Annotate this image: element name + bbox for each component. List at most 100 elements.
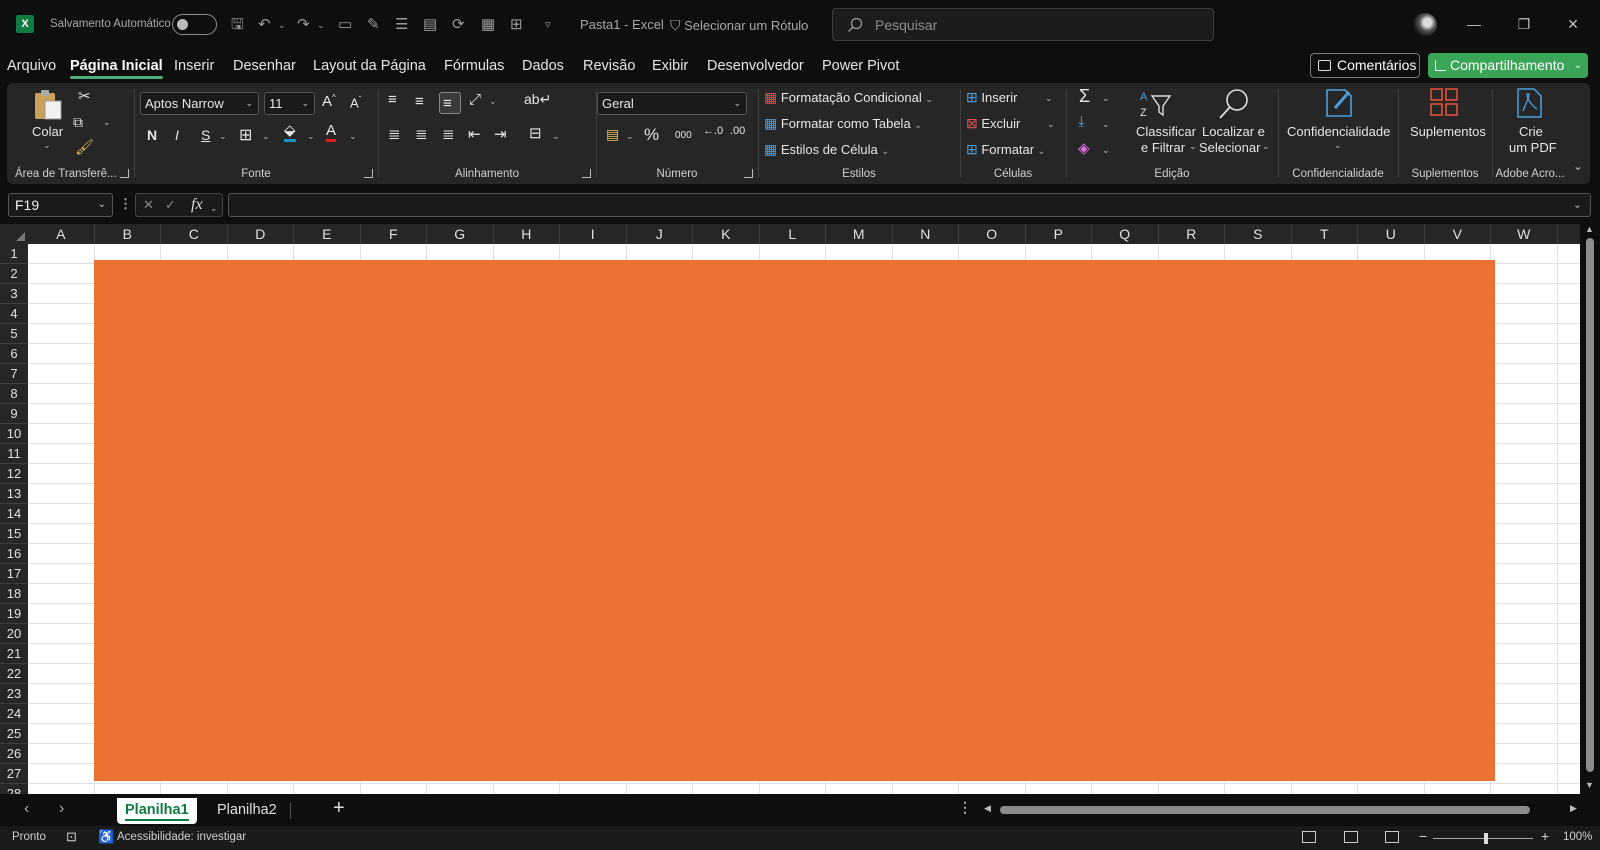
vertical-scroll-thumb[interactable] <box>1586 238 1594 772</box>
fill-icon[interactable]: ⤓ <box>1078 113 1085 130</box>
sort-filter-label-1[interactable]: Classificar <box>1136 124 1196 139</box>
row-header-2[interactable]: 2 <box>0 264 28 284</box>
create-pdf-label-1[interactable]: Crie <box>1519 124 1543 139</box>
scroll-left-icon[interactable]: ◀ <box>984 803 991 814</box>
column-header-q[interactable]: Q <box>1092 224 1159 244</box>
increase-decimal-icon[interactable]: ←.0 <box>703 125 723 137</box>
row-header-22[interactable]: 22 <box>0 664 28 684</box>
scroll-right-icon[interactable]: ▶ <box>1570 803 1577 814</box>
tab-exibir[interactable]: Exibir <box>652 58 688 74</box>
align-top-icon[interactable]: ≡ <box>388 91 397 108</box>
align-right-icon[interactable]: ≣ <box>442 125 455 143</box>
align-left-icon[interactable]: ≣ <box>388 125 401 143</box>
sheet-tab-planilha2[interactable]: Planilha2 <box>209 798 285 824</box>
row-header-5[interactable]: 5 <box>0 324 28 344</box>
zoom-level[interactable]: 100% <box>1563 831 1592 843</box>
clear-dropdown-icon[interactable]: ⌄ <box>1102 145 1110 156</box>
orientation-icon[interactable]: ⤢ <box>469 91 481 108</box>
alignment-launcher-icon[interactable] <box>582 169 591 178</box>
column-header-n[interactable]: N <box>893 224 959 244</box>
column-header-b[interactable]: B <box>95 224 161 244</box>
tab-inserir[interactable]: Inserir <box>174 58 214 74</box>
column-header-r[interactable]: R <box>1159 224 1225 244</box>
tab-desenhar[interactable]: Desenhar <box>233 58 296 74</box>
zoom-out-icon[interactable]: − <box>1419 828 1427 844</box>
scroll-up-icon[interactable]: ▲ <box>1585 224 1594 234</box>
cell-styles-button[interactable]: ▦ Estilos de Célula ⌄ <box>764 141 889 158</box>
tab-power-pivot[interactable]: Power Pivot <box>822 58 899 74</box>
format-as-table-button[interactable]: ▦ Formatar como Tabela ⌄ <box>764 115 922 132</box>
currency-dropdown-icon[interactable]: ⌄ <box>626 131 634 142</box>
format-painter-qat-icon[interactable]: ✎ <box>367 15 380 35</box>
column-header-a[interactable]: A <box>28 224 95 244</box>
percent-button[interactable]: % <box>644 125 659 145</box>
tab-arquivo[interactable]: Arquivo <box>7 58 56 74</box>
row-header-14[interactable]: 14 <box>0 504 28 524</box>
name-box[interactable]: F19 ⌄ <box>8 193 113 217</box>
redo-icon[interactable]: ↷ <box>297 15 310 35</box>
qat-item-3-icon[interactable]: ☰ <box>395 15 408 35</box>
row-header-4[interactable]: 4 <box>0 304 28 324</box>
create-pdf-label-2[interactable]: um PDF <box>1509 140 1557 155</box>
next-sheet-icon[interactable]: › <box>59 800 64 818</box>
minimize-button[interactable]: — <box>1461 12 1487 36</box>
row-header-25[interactable]: 25 <box>0 724 28 744</box>
row-header-8[interactable]: 8 <box>0 384 28 404</box>
spreadsheet-grid[interactable]: ABCDEFGHIJKLMNOPQRSTUVW 1 2 3 4 5 6 7 8 9 10 11 12 1… <box>0 224 1580 794</box>
cell-area[interactable] <box>28 244 1580 794</box>
normal-view-icon[interactable] <box>1302 831 1316 843</box>
borders-dropdown-icon[interactable]: ⌄ <box>262 131 270 142</box>
column-header-w[interactable]: W <box>1491 224 1558 244</box>
row-header-12[interactable]: 12 <box>0 464 28 484</box>
orange-rectangle-shape[interactable] <box>94 260 1495 781</box>
font-size-select[interactable]: 11 ⌄ <box>264 92 315 115</box>
currency-icon[interactable]: ▤ <box>606 126 619 143</box>
tab-desenvolvedor[interactable]: Desenvolvedor <box>707 58 804 74</box>
find-select-dropdown-icon[interactable]: ⌄ <box>1262 141 1270 152</box>
row-header-26[interactable]: 26 <box>0 744 28 764</box>
row-header-13[interactable]: 13 <box>0 484 28 504</box>
insert-cells-dropdown-icon[interactable]: ⌄ <box>1045 93 1053 104</box>
page-break-view-icon[interactable] <box>1385 831 1399 843</box>
fill-dropdown-icon[interactable]: ⌄ <box>1102 119 1110 130</box>
format-cells-button[interactable]: ⊞ Formatar ⌄ <box>966 141 1045 158</box>
font-family-select[interactable]: Aptos Narrow ⌄ <box>140 92 259 115</box>
undo-icon[interactable]: ↶ <box>258 15 271 35</box>
fx-dropdown-icon[interactable]: ⌄ <box>210 197 218 219</box>
sheet-options-icon[interactable]: ⋮ <box>958 799 972 816</box>
column-header-h[interactable]: H <box>494 224 560 244</box>
column-header-t[interactable]: T <box>1292 224 1358 244</box>
decrease-decimal-icon[interactable]: .00 <box>730 125 745 137</box>
column-header-u[interactable]: U <box>1358 224 1425 244</box>
row-header-27[interactable]: 27 <box>0 764 28 784</box>
bold-button[interactable]: N <box>147 127 157 143</box>
merge-dropdown-icon[interactable]: ⌄ <box>552 131 560 142</box>
fill-color-dropdown-icon[interactable]: ⌄ <box>307 131 315 142</box>
save-icon[interactable]: 🖫 <box>231 15 244 35</box>
column-header-k[interactable]: K <box>693 224 760 244</box>
fill-color-icon[interactable]: ⬙ <box>284 123 296 142</box>
conditional-formatting-button[interactable]: ▦ Formatação Condicional ⌄ <box>764 89 933 106</box>
sort-filter-label-2[interactable]: e Filtrar <box>1141 140 1185 155</box>
customize-qat-icon[interactable]: ▿ <box>545 15 551 35</box>
column-header-g[interactable]: G <box>427 224 494 244</box>
close-button[interactable]: ✕ <box>1560 12 1586 36</box>
macro-record-icon[interactable]: ⊡ <box>66 829 77 845</box>
row-header-1[interactable]: 1 <box>0 244 28 264</box>
accessibility-status[interactable]: Acessibilidade: investigar <box>117 831 246 843</box>
row-header-6[interactable]: 6 <box>0 344 28 364</box>
delete-cells-dropdown-icon[interactable]: ⌄ <box>1047 119 1055 130</box>
restore-button[interactable]: ❐ <box>1511 12 1537 36</box>
wrap-text-icon[interactable]: ab↵ <box>524 91 551 108</box>
font-color-icon[interactable]: A <box>326 123 337 142</box>
delete-cells-button[interactable]: ⊠ Excluir <box>966 115 1020 132</box>
row-header-17[interactable]: 17 <box>0 564 28 584</box>
row-header-3[interactable]: 3 <box>0 284 28 304</box>
vertical-scrollbar[interactable]: ▲ ▼ <box>1580 224 1600 794</box>
number-format-select[interactable]: Geral ⌄ <box>597 92 747 115</box>
redo-dropdown-icon[interactable]: ⌄ <box>317 15 325 35</box>
tab-layout-da-pagina[interactable]: Layout da Página <box>313 58 426 74</box>
scroll-down-icon[interactable]: ▼ <box>1585 780 1594 790</box>
column-header-s[interactable]: S <box>1225 224 1292 244</box>
clipboard-launcher-icon[interactable] <box>120 169 129 178</box>
